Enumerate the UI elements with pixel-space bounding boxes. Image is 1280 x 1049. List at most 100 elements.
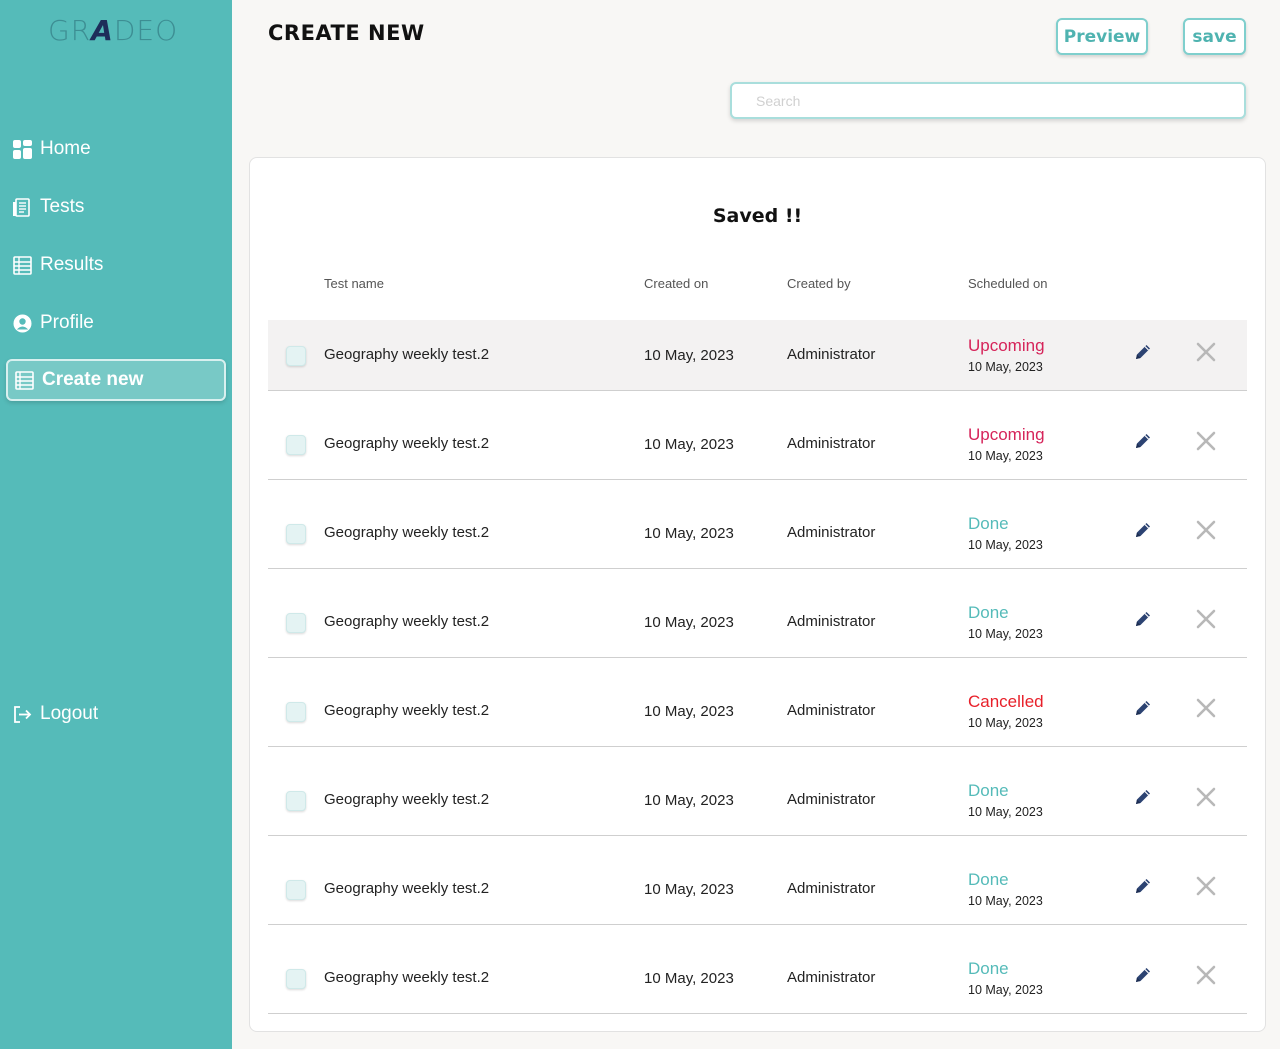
profile-icon: [12, 313, 32, 333]
delete-icon[interactable]: [1192, 872, 1220, 900]
edit-icon[interactable]: [1130, 606, 1156, 632]
scheduled-date: 10 May, 2023: [968, 805, 1043, 819]
logout-icon: [12, 704, 32, 724]
test-name: Geography weekly test.2: [324, 969, 490, 986]
sidebar-item-results[interactable]: Results: [6, 244, 226, 286]
sidebar-item-home[interactable]: Home: [6, 128, 226, 170]
status-badge: Done: [968, 870, 1009, 889]
row-checkbox[interactable]: [286, 613, 306, 633]
created-by: Administrator: [787, 346, 876, 363]
table-row[interactable]: Geography weekly test.2 10 May, 2023 Admin…: [268, 658, 1247, 747]
edit-icon[interactable]: [1130, 428, 1156, 454]
sidebar-item-label: Create new: [42, 369, 144, 390]
sidebar-item-label: Home: [40, 138, 91, 159]
preview-button[interactable]: Preview: [1056, 18, 1148, 55]
edit-icon[interactable]: [1130, 339, 1156, 365]
test-name: Geography weekly test.2: [324, 702, 490, 719]
row-checkbox[interactable]: [286, 702, 306, 722]
sidebar-item-create-new[interactable]: Create new: [6, 359, 226, 401]
delete-icon[interactable]: [1192, 783, 1220, 811]
test-name: Geography weekly test.2: [324, 880, 490, 897]
app-logo[interactable]: GRADEO: [48, 14, 178, 47]
logout-button[interactable]: Logout: [6, 693, 226, 735]
dashboard-icon: [12, 139, 32, 159]
row-checkbox[interactable]: [286, 346, 306, 366]
row-checkbox[interactable]: [286, 791, 306, 811]
test-name: Geography weekly test.2: [324, 435, 490, 452]
status-badge: Upcoming: [968, 336, 1045, 355]
created-on: 10 May, 2023: [644, 970, 734, 987]
table-row[interactable]: Geography weekly test.2 10 May, 2023 Admin…: [268, 480, 1247, 569]
sidebar-item-profile[interactable]: Profile: [6, 302, 226, 344]
logo-text-left: GR: [48, 14, 92, 47]
created-on: 10 May, 2023: [644, 614, 734, 631]
column-header-created-by: Created by: [787, 276, 851, 291]
column-header-created-on: Created on: [644, 276, 709, 291]
logo-text-mid: A: [91, 14, 114, 47]
scheduled-date: 10 May, 2023: [968, 449, 1043, 463]
delete-icon[interactable]: [1192, 961, 1220, 989]
created-by: Administrator: [787, 524, 876, 541]
status-badge: Done: [968, 514, 1009, 533]
tests-card: Saved !! Test name Created on Created by…: [249, 157, 1266, 1032]
status-badge: Cancelled: [968, 692, 1044, 711]
row-checkbox[interactable]: [286, 969, 306, 989]
search-input[interactable]: [730, 82, 1246, 119]
created-on: 10 May, 2023: [644, 792, 734, 809]
status-badge: Done: [968, 959, 1009, 978]
table-row[interactable]: Geography weekly test.2 10 May, 2023 Admin…: [268, 747, 1247, 836]
created-on: 10 May, 2023: [644, 703, 734, 720]
created-by: Administrator: [787, 969, 876, 986]
table-row[interactable]: Geography weekly test.2 10 May, 2023 Admin…: [268, 925, 1247, 1014]
sidebar-item-tests[interactable]: Tests: [6, 186, 226, 228]
results-icon: [12, 255, 32, 275]
table-row[interactable]: Geography weekly test.2 10 May, 2023 Admin…: [268, 836, 1247, 925]
created-by: Administrator: [787, 613, 876, 630]
table-row[interactable]: Geography weekly test.2 10 May, 2023 Admin…: [268, 569, 1247, 658]
table-row[interactable]: Geography weekly test.2 10 May, 2023 Admin…: [268, 391, 1247, 480]
scheduled-date: 10 May, 2023: [968, 360, 1043, 374]
created-by: Administrator: [787, 791, 876, 808]
sidebar-item-label: Results: [40, 254, 104, 275]
logout-label: Logout: [40, 703, 99, 724]
delete-icon[interactable]: [1192, 338, 1220, 366]
test-name: Geography weekly test.2: [324, 791, 490, 808]
scheduled-date: 10 May, 2023: [968, 894, 1043, 908]
sidebar: GRADEO Home Tests Results Profile Create…: [0, 0, 232, 1049]
scheduled-date: 10 May, 2023: [968, 627, 1043, 641]
test-name: Geography weekly test.2: [324, 524, 490, 541]
edit-icon[interactable]: [1130, 784, 1156, 810]
edit-icon[interactable]: [1130, 873, 1156, 899]
test-name: Geography weekly test.2: [324, 613, 490, 630]
row-checkbox[interactable]: [286, 435, 306, 455]
sidebar-item-label: Tests: [40, 196, 85, 217]
table-row[interactable]: Geography weekly test.2 10 May, 2023 Admin…: [268, 320, 1247, 391]
scheduled-date: 10 May, 2023: [968, 983, 1043, 997]
row-checkbox[interactable]: [286, 524, 306, 544]
edit-icon[interactable]: [1130, 517, 1156, 543]
tests-icon: [12, 197, 32, 217]
created-on: 10 May, 2023: [644, 525, 734, 542]
edit-icon[interactable]: [1130, 695, 1156, 721]
column-header-test-name: Test name: [324, 276, 384, 291]
create-new-icon: [14, 370, 34, 390]
delete-icon[interactable]: [1192, 694, 1220, 722]
row-checkbox[interactable]: [286, 880, 306, 900]
status-badge: Upcoming: [968, 425, 1045, 444]
saved-message: Saved !!: [712, 205, 803, 227]
delete-icon[interactable]: [1192, 605, 1220, 633]
created-on: 10 May, 2023: [644, 347, 734, 364]
created-by: Administrator: [787, 880, 876, 897]
sidebar-item-label: Profile: [40, 312, 94, 333]
test-name: Geography weekly test.2: [324, 346, 490, 363]
scheduled-date: 10 May, 2023: [968, 538, 1043, 552]
created-on: 10 May, 2023: [644, 881, 734, 898]
delete-icon[interactable]: [1192, 516, 1220, 544]
edit-icon[interactable]: [1130, 962, 1156, 988]
save-button[interactable]: save: [1183, 18, 1246, 55]
column-header-scheduled-on: Scheduled on: [968, 276, 1048, 291]
status-badge: Done: [968, 781, 1009, 800]
created-by: Administrator: [787, 435, 876, 452]
delete-icon[interactable]: [1192, 427, 1220, 455]
status-badge: Done: [968, 603, 1009, 622]
